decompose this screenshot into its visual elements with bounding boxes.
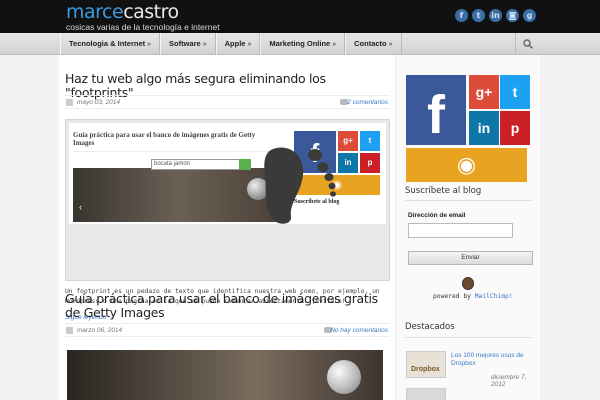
logo-tagline: cosicas varias de la tecnología e intern… [66, 22, 220, 32]
nav-item-label: Software [169, 39, 201, 48]
twitter-icon: t [360, 131, 380, 151]
chevron-right-icon: » [202, 41, 207, 48]
linkedin-icon: in [338, 153, 358, 173]
featured-post-link[interactable]: Los 100 mejores usos de Dropbox [451, 352, 531, 368]
post-title-link[interactable]: Guía práctica para usar el banco de imág… [65, 292, 395, 320]
email-label: Dirección de email [408, 212, 466, 219]
google-plus-icon: g+ [338, 131, 358, 151]
calendar-icon [66, 99, 73, 106]
post-meta: mayo 03, 2014 2 comentarios [65, 95, 390, 109]
powered-by-text: powered by MailChimp! [433, 293, 513, 300]
nav-item-label: Tecnologia & Internet [69, 39, 146, 48]
site-logo[interactable]: marcecastro cosicas varias de la tecnolo… [66, 3, 220, 33]
nav-item-label: Contacto [354, 39, 387, 48]
featured-post-date: diciembre 7, 2012 [491, 374, 527, 388]
email-field[interactable] [408, 223, 513, 238]
screenshot-search-button [239, 159, 251, 170]
screenshot-search-box: bocata jamon [151, 159, 241, 170]
featured-heading: Destacados [405, 322, 455, 332]
powered-by-label: powered by [433, 293, 475, 300]
rss-icon[interactable]: ◙ [506, 9, 519, 22]
rss-icon[interactable]: ◉ [406, 148, 527, 182]
post-featured-image[interactable] [67, 350, 383, 400]
logo-wordmark: marcecastro [66, 3, 220, 22]
nav-item-tecnologia[interactable]: Tecnologia & Internet» [60, 33, 161, 55]
main-content: Haz tu web algo más segura eliminando lo… [59, 55, 395, 400]
chevron-right-icon: » [247, 41, 252, 48]
post-meta: marzo 06, 2014 No hay comentarios [65, 323, 390, 337]
nav-item-software[interactable]: Software» [160, 33, 216, 55]
subscribe-heading: Suscríbete al blog [405, 186, 482, 196]
header-social-links: f t in ◙ g [455, 9, 536, 22]
pinterest-icon: p [360, 153, 380, 173]
post-date: mayo 03, 2014 [77, 99, 121, 106]
nav-item-apple[interactable]: Apple» [215, 33, 261, 55]
linkedin-icon[interactable]: in [469, 111, 499, 145]
nav-item-label: Apple [224, 39, 246, 48]
google-plus-icon[interactable]: g [523, 9, 536, 22]
footprint-icon [264, 147, 336, 224]
twitter-icon[interactable]: t [472, 9, 485, 22]
post-date: marzo 06, 2014 [77, 327, 123, 334]
subscribe-button[interactable]: Enviar [408, 251, 533, 265]
search-icon [523, 39, 533, 49]
pinterest-icon[interactable]: p [500, 111, 530, 145]
chevron-right-icon: » [147, 41, 152, 48]
sidebar: f g+ t in p ◉ Suscríbete al blog Direcci… [397, 55, 540, 400]
featured-thumbnail-label: Dropbox [411, 366, 440, 373]
divider [405, 337, 532, 338]
featured-thumbnail[interactable] [406, 388, 446, 400]
chevron-right-icon: » [332, 41, 337, 48]
nav-item-marketing[interactable]: Marketing Online» [260, 33, 346, 55]
chevron-right-icon: » [388, 41, 393, 48]
google-plus-icon[interactable]: g+ [469, 75, 499, 109]
main-nav: Tecnologia & Internet» Software» Apple» … [0, 33, 600, 55]
logo-wordmark-part1: marce [66, 1, 124, 23]
post-comments-link[interactable]: 2 comentarios [347, 99, 388, 106]
page: marcecastro cosicas varias de la tecnolo… [0, 0, 600, 400]
facebook-icon[interactable]: f [406, 75, 466, 145]
logo-wordmark-part2: castro [123, 1, 179, 23]
divider [405, 200, 532, 201]
post-comments-link[interactable]: No hay comentarios [330, 327, 388, 334]
calendar-icon [66, 327, 73, 334]
chevron-left-icon: ‹ [79, 202, 82, 212]
screenshot-post-title: Guía práctica para usar el banco de imág… [73, 131, 256, 147]
mailchimp-link[interactable]: MailChimp! [475, 293, 513, 300]
screenshot-mockup: Guía práctica para usar el banco de imág… [69, 123, 386, 224]
nav-item-label: Marketing Online [269, 39, 331, 48]
featured-thumbnail[interactable]: Dropbox [406, 351, 446, 378]
facebook-icon[interactable]: f [455, 9, 468, 22]
twitter-icon[interactable]: t [500, 75, 530, 109]
post-featured-image[interactable]: Guía práctica para usar el banco de imág… [65, 119, 390, 281]
nav-search-button[interactable] [515, 33, 540, 55]
mailchimp-logo-icon [462, 277, 474, 290]
linkedin-icon[interactable]: in [489, 9, 502, 22]
nav-item-contacto[interactable]: Contacto» [345, 33, 402, 55]
sphere-image [327, 360, 361, 394]
site-header: marcecastro cosicas varias de la tecnolo… [0, 0, 600, 33]
screenshot-meta-line [73, 151, 283, 158]
screenshot-hero-image: ‹ [73, 168, 283, 222]
